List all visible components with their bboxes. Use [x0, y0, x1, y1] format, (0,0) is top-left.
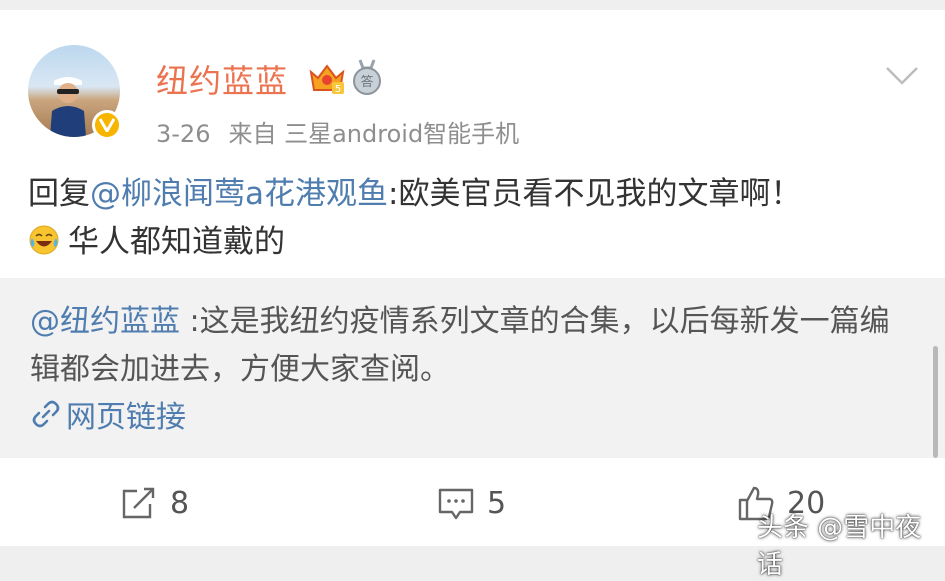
quoted-post[interactable]: @纽约蓝蓝 :这是我纽约疫情系列文章的合集，以后每新发一篇编辑都会加进去，方便大…: [0, 278, 945, 458]
medal-badge-icon[interactable]: 答: [350, 58, 384, 96]
reply-prefix: 回复: [28, 176, 90, 212]
weibo-post-card: 纽约蓝蓝 5 答 3-26 来自 三星android智能手机 回复@柳浪闻莺a花港…: [0, 10, 945, 546]
webpage-link[interactable]: 网页链接: [30, 392, 186, 436]
quoted-post-text: @纽约蓝蓝 :这是我纽约疫情系列文章的合集，以后每新发一篇编辑都会加进去，方便大…: [30, 298, 915, 394]
chevron-down-icon[interactable]: [884, 64, 920, 88]
username[interactable]: 纽约蓝蓝: [156, 56, 288, 102]
post-line-1: 回复@柳浪闻莺a花港观鱼:欧美官员看不见我的文章啊！: [28, 170, 918, 218]
vip-crown-icon[interactable]: 5: [308, 60, 346, 96]
repost-count: 8: [170, 485, 190, 521]
svg-text:5: 5: [335, 84, 341, 95]
post-source: 来自 三星android智能手机: [228, 120, 520, 148]
repost-icon: [122, 487, 155, 519]
comment-count: 5: [487, 485, 507, 521]
avatar-person-icon: [50, 77, 86, 137]
post-date: 3-26: [156, 120, 211, 148]
comment-icon: [438, 488, 474, 520]
quote-mention-link[interactable]: @纽约蓝蓝: [30, 304, 180, 339]
post-meta: 3-26 来自 三星android智能手机: [156, 114, 519, 149]
post-second-line: 华人都知道戴的: [68, 224, 285, 260]
reply-mention-link[interactable]: @柳浪闻莺a花港观鱼: [90, 176, 388, 212]
comment-button[interactable]: 5: [437, 484, 506, 522]
webpage-link-label: 网页链接: [66, 400, 186, 435]
repost-button[interactable]: 8: [120, 484, 189, 522]
post-line-2: 华人都知道戴的: [28, 218, 918, 266]
reply-text: :欧美官员看不见我的文章啊！: [388, 176, 802, 212]
verified-badge-icon: [92, 110, 122, 140]
link-icon: [32, 400, 60, 428]
post-body: 回复@柳浪闻莺a花港观鱼:欧美官员看不见我的文章啊！ 华人都知道戴的: [28, 170, 918, 266]
watermark: 头条 @雪中夜话: [757, 513, 922, 580]
top-separator: [0, 0, 945, 10]
laugh-cry-emoji-icon: [29, 225, 59, 255]
scrollbar[interactable]: [933, 346, 938, 458]
svg-text:答: 答: [360, 74, 373, 90]
